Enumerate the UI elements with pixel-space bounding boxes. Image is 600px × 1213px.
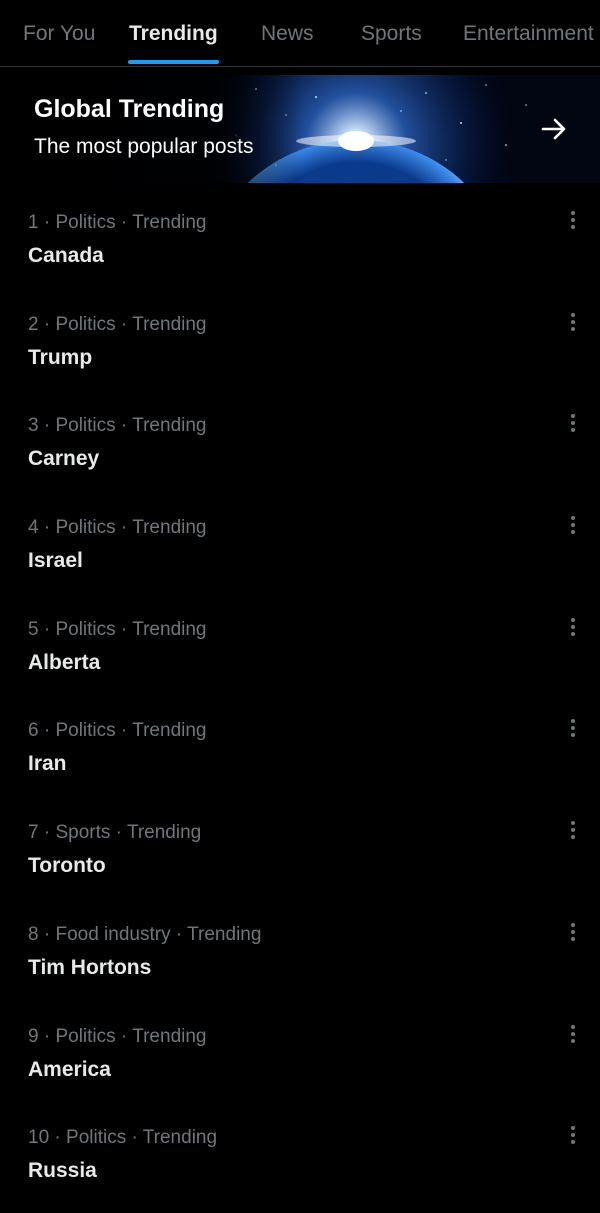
active-tab-indicator bbox=[128, 60, 219, 64]
trend-meta: 3 · Politics · Trending bbox=[28, 415, 207, 437]
trend-item[interactable]: 2 · Politics · Trending Trump bbox=[0, 298, 600, 400]
trend-status: Trending bbox=[132, 720, 207, 742]
trend-status: Trending bbox=[132, 313, 207, 335]
trend-name: Trump bbox=[28, 345, 93, 369]
more-vertical-icon[interactable] bbox=[566, 922, 580, 945]
trend-category: Politics bbox=[55, 618, 116, 640]
trend-item[interactable]: 10 · Politics · Trending Russia bbox=[0, 1111, 600, 1213]
tab-sports[interactable]: Sports bbox=[361, 0, 422, 66]
trend-rank: 1 bbox=[28, 212, 39, 233]
trend-rank: 5 bbox=[28, 618, 39, 640]
more-vertical-icon[interactable] bbox=[566, 414, 580, 436]
global-trending-banner[interactable]: Global Trending The most popular posts bbox=[6, 75, 600, 183]
trend-status: Trending bbox=[132, 618, 207, 640]
trend-rank: 4 bbox=[28, 517, 39, 539]
trend-meta: 6 · Politics · Trending bbox=[28, 720, 207, 742]
trend-category: Sports bbox=[55, 822, 111, 844]
trend-status: Trending bbox=[132, 1025, 207, 1047]
trend-meta: 4 · Politics · Trending bbox=[28, 517, 207, 539]
trend-name: Carney bbox=[28, 447, 100, 471]
trend-meta: 2 · Politics · Trending bbox=[28, 313, 207, 335]
trend-category: Food industry bbox=[55, 923, 171, 945]
trend-category: Politics bbox=[55, 313, 116, 335]
trend-item[interactable]: 8 · Food industry · Trending Tim Hortons bbox=[0, 908, 600, 1010]
trend-name: Israel bbox=[28, 549, 83, 573]
trend-meta: 7 · Sports · Trending bbox=[28, 822, 202, 844]
tab-entertainment[interactable]: Entertainment bbox=[463, 0, 594, 66]
trend-status: Trending bbox=[132, 415, 207, 437]
trend-rank: 6 bbox=[28, 720, 39, 742]
trend-category: Politics bbox=[55, 415, 116, 437]
trend-meta: 9 · Politics · Trending bbox=[28, 1025, 207, 1047]
trend-item[interactable]: 5 · Politics · Trending Alberta bbox=[0, 603, 600, 705]
top-tab-bar: For You Trending News Sports Entertainme… bbox=[0, 0, 600, 67]
trend-name: Russia bbox=[28, 1159, 97, 1183]
trend-category: Politics bbox=[55, 212, 116, 233]
trend-status: Trending bbox=[126, 822, 202, 844]
trend-category: Politics bbox=[55, 517, 116, 539]
trend-category: Politics bbox=[55, 1025, 116, 1047]
banner-subtitle: The most popular posts bbox=[34, 135, 254, 158]
trend-name: America bbox=[28, 1057, 111, 1081]
trend-name: Canada bbox=[28, 244, 104, 267]
trend-meta: 10 · Politics · Trending bbox=[28, 1127, 218, 1149]
earth-space-image bbox=[6, 75, 600, 183]
trend-name: Iran bbox=[28, 752, 67, 776]
trend-meta: 8 · Food industry · Trending bbox=[28, 923, 262, 945]
trend-rank: 9 bbox=[28, 1025, 39, 1047]
trend-status: Trending bbox=[187, 923, 262, 945]
trend-item[interactable]: 6 · Politics · Trending Iran bbox=[0, 704, 600, 806]
more-vertical-icon[interactable] bbox=[566, 719, 580, 741]
more-vertical-icon[interactable] bbox=[566, 211, 580, 233]
trend-meta: 5 · Politics · Trending bbox=[28, 618, 207, 640]
trend-rank: 8 bbox=[28, 923, 39, 945]
trend-item[interactable]: 3 · Politics · Trending Carney bbox=[0, 399, 600, 501]
trend-rank: 7 bbox=[28, 822, 39, 844]
trend-item[interactable]: 7 · Sports · Trending Toronto bbox=[0, 806, 600, 908]
tab-trending-label: Trending bbox=[129, 22, 218, 45]
trend-status: Trending bbox=[132, 212, 207, 233]
tab-trending[interactable]: Trending bbox=[128, 0, 219, 66]
more-vertical-icon[interactable] bbox=[566, 1126, 580, 1148]
trend-category: Politics bbox=[55, 720, 116, 742]
trend-item[interactable]: 4 · Politics · Trending Israel bbox=[0, 501, 600, 603]
trend-item[interactable]: 9 · Politics · Trending America bbox=[0, 1010, 600, 1112]
trend-category: Politics bbox=[66, 1127, 127, 1149]
more-vertical-icon[interactable] bbox=[566, 821, 580, 843]
arrow-right-icon[interactable] bbox=[540, 115, 568, 143]
trend-name: Tim Hortons bbox=[28, 955, 152, 979]
trend-list: 1 · Politics · Trending Canada 2 · Polit… bbox=[0, 196, 600, 1213]
trend-name: Toronto bbox=[28, 854, 106, 878]
trend-status: Trending bbox=[132, 517, 207, 539]
trend-meta: 1 · Politics · Trending bbox=[28, 212, 207, 233]
trend-rank: 3 bbox=[28, 415, 39, 437]
more-vertical-icon[interactable] bbox=[566, 312, 580, 335]
tab-news[interactable]: News bbox=[261, 0, 314, 66]
more-vertical-icon[interactable] bbox=[566, 617, 580, 640]
banner-title: Global Trending bbox=[34, 95, 225, 123]
trend-rank: 10 bbox=[28, 1127, 50, 1149]
trend-name: Alberta bbox=[28, 650, 101, 674]
trend-rank: 2 bbox=[28, 313, 39, 335]
more-vertical-icon[interactable] bbox=[566, 516, 580, 538]
tab-for-you[interactable]: For You bbox=[23, 0, 95, 66]
trend-status: Trending bbox=[142, 1127, 218, 1149]
more-vertical-icon[interactable] bbox=[566, 1024, 580, 1047]
trend-item[interactable]: 1 · Politics · Trending Canada bbox=[0, 196, 600, 298]
